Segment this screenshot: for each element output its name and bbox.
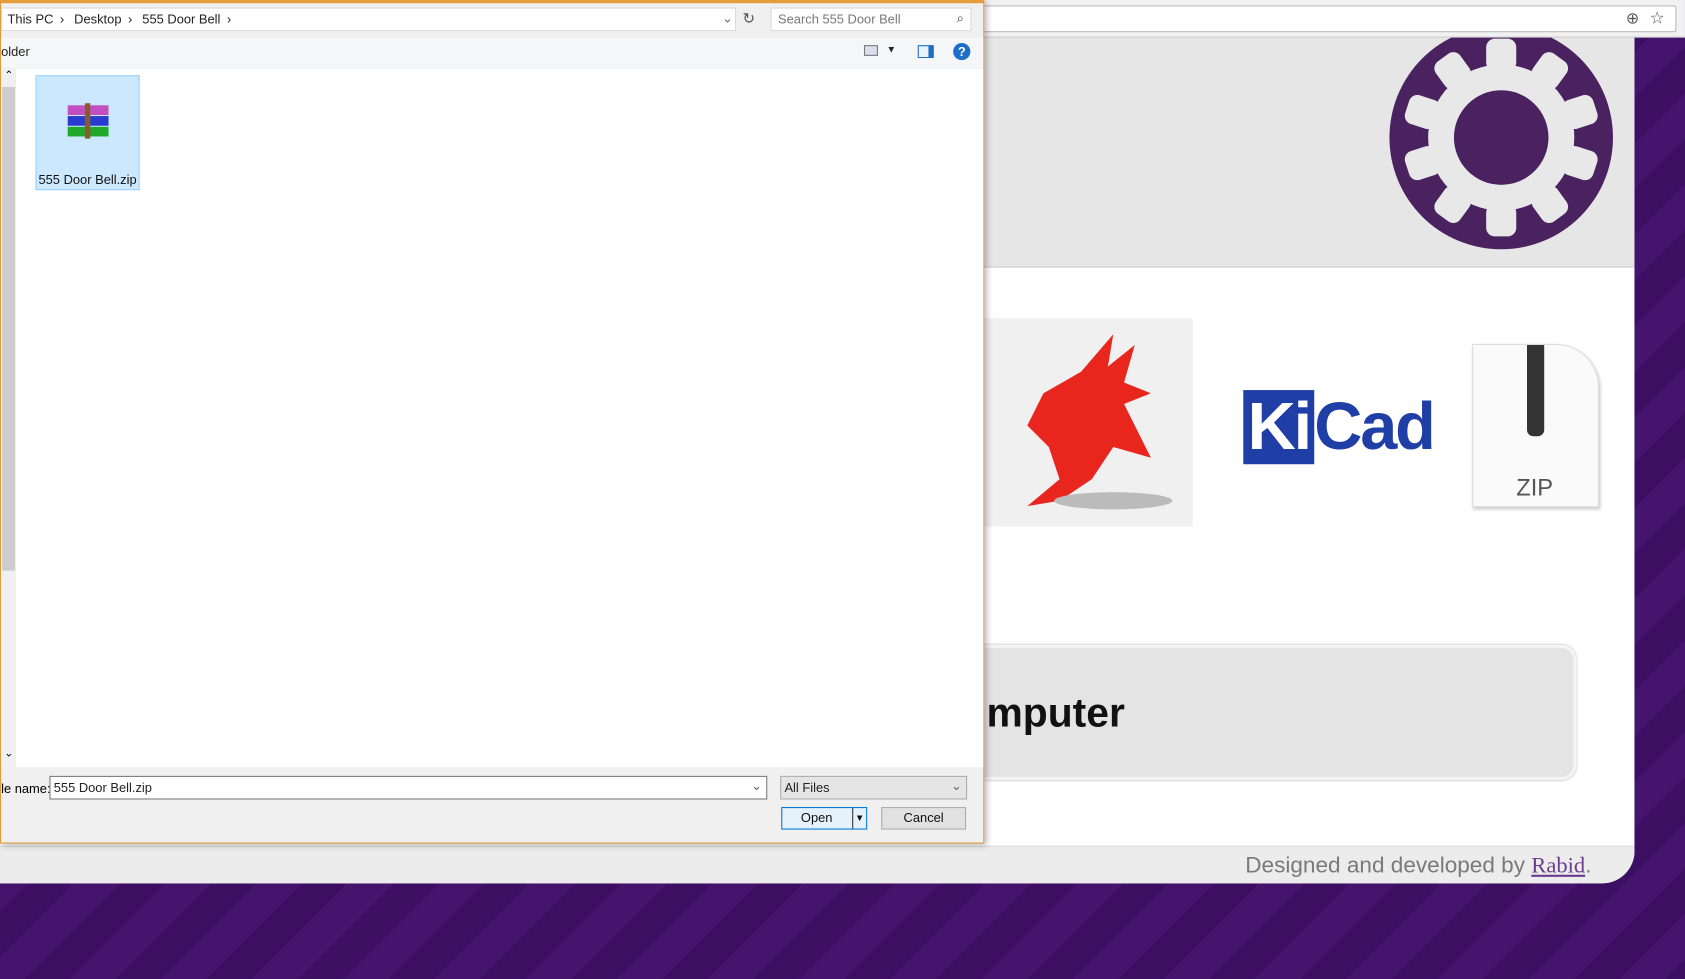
view-dropdown-icon[interactable]: ▼ bbox=[887, 44, 897, 55]
help-icon[interactable]: ? bbox=[953, 42, 971, 61]
open-button[interactable]: Open ▼ bbox=[781, 807, 868, 830]
zip-label: ZIP bbox=[1516, 473, 1554, 501]
file-name-input[interactable]: 555 Door Bell.zip ⌄ bbox=[49, 775, 768, 800]
zip-file-icon: ZIP bbox=[1472, 343, 1600, 508]
file-type-value: All Files bbox=[784, 780, 830, 796]
chevron-down-icon[interactable]: ⌄ bbox=[751, 778, 762, 793]
search-placeholder: Search 555 Door Bell bbox=[778, 11, 901, 27]
chevron-down-icon[interactable]: ⌄ bbox=[722, 11, 733, 26]
chevron-right-icon: › bbox=[226, 11, 232, 27]
view-icon[interactable] bbox=[863, 45, 878, 56]
kicad-ki: Ki bbox=[1243, 390, 1315, 464]
breadcrumb-555-door-bell[interactable]: 555 Door Bell bbox=[142, 12, 220, 27]
refresh-icon[interactable]: ↻ bbox=[743, 10, 756, 28]
cadsoft-eagle-logo bbox=[984, 318, 1193, 527]
chevron-right-icon: › bbox=[59, 11, 65, 27]
footer-text: Designed and developed by bbox=[1245, 853, 1532, 878]
file-list: ⌃ ⌄ 555 Door Bell.zip bbox=[1, 68, 984, 768]
footer: Designed and developed by Rabid. bbox=[0, 845, 1635, 884]
open-dropdown-icon[interactable]: ▼ bbox=[852, 808, 866, 829]
chevron-down-icon[interactable]: ⌄ bbox=[951, 778, 962, 793]
preview-pane-icon[interactable] bbox=[917, 45, 934, 59]
scrollbar-thumb[interactable] bbox=[2, 87, 16, 571]
kicad-logo: KiCad bbox=[1243, 389, 1436, 465]
scroll-down-icon[interactable]: ⌄ bbox=[4, 748, 13, 760]
address-bar[interactable]: ⊕ ☆ bbox=[967, 5, 1677, 33]
dialog-toolbar: older ▼ ? bbox=[1, 37, 984, 68]
kicad-cad: Cad bbox=[1314, 390, 1436, 465]
breadcrumb-this-pc[interactable]: This PC bbox=[8, 12, 54, 27]
winrar-archive-icon bbox=[67, 103, 109, 139]
gear-logo-icon bbox=[1389, 37, 1613, 250]
scrollbar[interactable]: ⌃ ⌄ bbox=[1, 68, 17, 768]
breadcrumb[interactable]: This PC › Desktop › 555 Door Bell › ⌄ bbox=[1, 7, 737, 32]
open-label: Open bbox=[800, 810, 833, 826]
zoom-icon[interactable]: ⊕ bbox=[1626, 9, 1640, 28]
content-card[interactable]: mputer bbox=[972, 644, 1577, 781]
file-name: 555 Door Bell.zip bbox=[38, 171, 137, 187]
footer-period: . bbox=[1585, 853, 1592, 878]
footer-link-rabid[interactable]: Rabid bbox=[1531, 852, 1585, 878]
breadcrumb-desktop[interactable]: Desktop bbox=[74, 12, 121, 27]
file-name-label: le name: bbox=[1, 781, 51, 797]
chevron-right-icon: › bbox=[127, 11, 133, 27]
file-open-dialog: This PC › Desktop › 555 Door Bell › ⌄ ↻ Sea… bbox=[0, 0, 985, 844]
file-item[interactable]: 555 Door Bell.zip bbox=[35, 75, 140, 191]
bookmark-star-icon[interactable]: ☆ bbox=[1650, 8, 1665, 29]
new-folder-button[interactable]: older bbox=[1, 44, 30, 59]
cancel-button[interactable]: Cancel bbox=[881, 807, 967, 830]
search-input[interactable]: Search 555 Door Bell ⌕ bbox=[770, 7, 972, 32]
file-type-select[interactable]: All Files ⌄ bbox=[780, 775, 968, 800]
search-icon[interactable]: ⌕ bbox=[957, 11, 964, 27]
scroll-up-icon[interactable]: ⌃ bbox=[4, 70, 13, 82]
file-name-value: 555 Door Bell.zip bbox=[53, 780, 152, 796]
card-title: mputer bbox=[986, 690, 1125, 737]
